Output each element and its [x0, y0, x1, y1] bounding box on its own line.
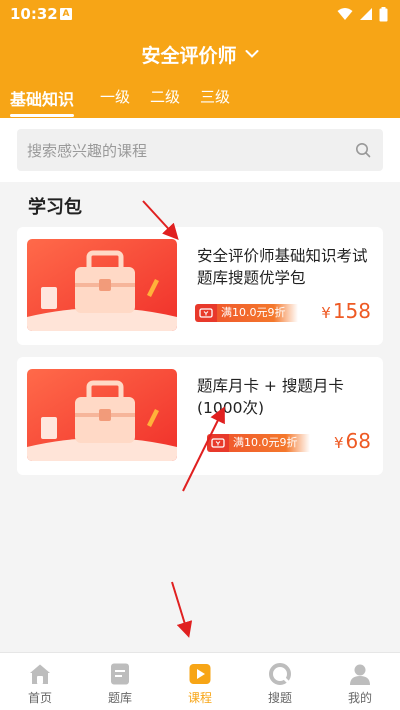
discount-text: 满10.0元9折 [229, 434, 310, 452]
section-title: 学习包 [28, 197, 82, 218]
play-icon [189, 664, 211, 684]
course-card[interactable]: 安全评价师基础知识考试题库搜题优学包 满10.0元9折 ¥158 [17, 227, 383, 345]
signal-icon [360, 8, 372, 20]
toolbox-icon [27, 369, 177, 461]
ticket-icon [195, 304, 217, 322]
nav-item-courses[interactable]: 课程 [160, 653, 240, 710]
price-value: 68 [345, 429, 371, 453]
nav-item-profile[interactable]: 我的 [320, 653, 400, 710]
search-placeholder: 搜索感兴趣的课程 [27, 142, 148, 160]
course-price: ¥158 [321, 299, 371, 323]
tab-basic[interactable]: 基础知识 [10, 86, 74, 110]
search-section: 搜索感兴趣的课程 [0, 118, 400, 182]
home-icon [30, 664, 50, 684]
status-time: 10:32 [10, 5, 58, 23]
arrow-annotation [171, 581, 193, 638]
battery-icon [379, 6, 388, 21]
bottom-nav: 首页 题库 课程 搜题 我的 [0, 652, 400, 710]
nav-item-question-bank[interactable]: 题库 [80, 653, 160, 710]
course-thumbnail [27, 369, 177, 461]
nav-label: 课程 [187, 691, 212, 705]
level-tabs: 基础知识 一级 二级 三级 [0, 86, 400, 118]
user-icon [350, 664, 370, 685]
chevron-down-icon [245, 50, 258, 58]
course-thumbnail [27, 239, 177, 331]
notification-icon: A [60, 8, 72, 20]
nav-label: 我的 [347, 691, 372, 705]
nav-label: 搜题 [267, 691, 292, 705]
ticket-icon [207, 434, 229, 452]
toolbox-icon [27, 239, 177, 331]
status-icons [337, 6, 388, 22]
tab-level-1[interactable]: 一级 [100, 86, 130, 107]
course-title: 安全评价师基础知识考试题库搜题优学包 [197, 247, 368, 287]
tab-level-2[interactable]: 二级 [150, 86, 180, 107]
subject-selector[interactable]: 安全评价师 [0, 40, 400, 68]
page-title: 安全评价师 [141, 44, 237, 67]
nav-item-search[interactable]: 搜题 [240, 653, 320, 710]
tab-level-3[interactable]: 三级 [200, 86, 230, 107]
discount-text: 满10.0元9折 [217, 304, 298, 322]
course-card[interactable]: 题库月卡 + 搜题月卡(1000次) 满10.0元9折 ¥68 [17, 357, 383, 475]
wifi-icon [337, 8, 353, 20]
discount-badge: 满10.0元9折 [195, 302, 298, 324]
currency-symbol: ¥ [321, 304, 331, 322]
price-value: 158 [332, 299, 371, 323]
document-icon [111, 663, 129, 685]
header: 10:32 A 安全评价师 基础知识 一级 二级 三级 [0, 0, 400, 118]
course-price: ¥68 [334, 429, 371, 453]
search-input[interactable]: 搜索感兴趣的课程 [17, 129, 383, 171]
nav-item-home[interactable]: 首页 [0, 653, 80, 710]
nav-label: 首页 [27, 691, 52, 705]
search-icon[interactable] [355, 142, 371, 158]
nav-label: 题库 [107, 691, 132, 705]
currency-symbol: ¥ [334, 434, 344, 452]
search-circle-icon [269, 663, 291, 685]
course-title: 题库月卡 + 搜题月卡(1000次) [197, 377, 344, 417]
discount-badge: 满10.0元9折 [207, 432, 310, 454]
status-bar: 10:32 A [0, 0, 400, 28]
active-tab-indicator [10, 114, 74, 117]
